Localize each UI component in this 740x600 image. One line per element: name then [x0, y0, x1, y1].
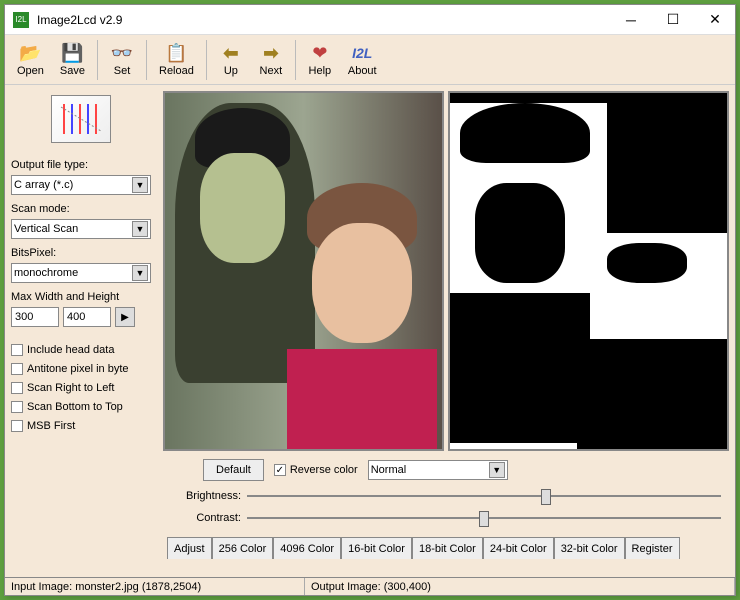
toolbar: 📂 Open 💾 Save 👓 Set 📋 Reload ⬅ Up ➡ Next…	[5, 35, 735, 85]
contrast-label: Contrast:	[171, 512, 241, 524]
output-type-label: Output file type:	[11, 159, 151, 171]
output-image-status: Output Image: (300,400)	[305, 578, 735, 595]
tab-24bit-color[interactable]: 24-bit Color	[483, 537, 554, 559]
tab-adjust[interactable]: Adjust	[167, 537, 212, 559]
main-panel: Default ✓ Reverse color Normal ▼ Brightn…	[157, 85, 735, 577]
checkbox-icon: ✓	[274, 464, 286, 476]
reload-button[interactable]: 📋 Reload	[151, 38, 202, 82]
checkbox-icon	[11, 420, 23, 432]
slider-thumb[interactable]	[541, 489, 551, 505]
about-button[interactable]: I2L About	[340, 38, 385, 82]
output-preview	[448, 91, 729, 451]
separator	[97, 40, 98, 80]
scan-rtl-checkbox[interactable]: Scan Right to Left	[11, 382, 151, 394]
dropdown-icon: ▼	[132, 177, 148, 193]
separator	[295, 40, 296, 80]
next-button[interactable]: ➡ Next	[251, 38, 291, 82]
tab-register[interactable]: Register	[625, 537, 680, 559]
bitspixel-select[interactable]: monochrome ▼	[11, 263, 151, 283]
controls-row: Default ✓ Reverse color Normal ▼	[163, 451, 729, 485]
tab-16bit-color[interactable]: 16-bit Color	[341, 537, 412, 559]
maximize-button[interactable]: ☐	[661, 8, 685, 32]
scan-mode-label: Scan mode:	[11, 203, 151, 215]
app-window: I2L Image2Lcd v2.9 ─ ☐ ✕ 📂 Open 💾 Save 👓…	[4, 4, 736, 596]
about-icon: I2L	[352, 42, 372, 64]
minimize-button[interactable]: ─	[619, 8, 643, 32]
include-head-checkbox[interactable]: Include head data	[11, 344, 151, 356]
open-button[interactable]: 📂 Open	[9, 38, 52, 82]
tabs-row: Adjust 256 Color 4096 Color 16-bit Color…	[163, 537, 729, 559]
titlebar: I2L Image2Lcd v2.9 ─ ☐ ✕	[5, 5, 735, 35]
statusbar: Input Image: monster2.jpg (1878,2504) Ou…	[5, 577, 735, 595]
app-icon: I2L	[13, 12, 29, 28]
slider-thumb[interactable]	[479, 511, 489, 527]
contrast-row: Contrast:	[163, 507, 729, 529]
checkbox-icon	[11, 363, 23, 375]
close-button[interactable]: ✕	[703, 8, 727, 32]
output-type-select[interactable]: C array (*.c) ▼	[11, 175, 151, 195]
save-icon: 💾	[61, 42, 83, 64]
tab-256-color[interactable]: 256 Color	[212, 537, 274, 559]
msb-first-checkbox[interactable]: MSB First	[11, 420, 151, 432]
brightness-label: Brightness:	[171, 490, 241, 502]
default-button[interactable]: Default	[203, 459, 264, 481]
output-mode-select[interactable]: Normal ▼	[368, 460, 508, 480]
checkbox-icon	[11, 401, 23, 413]
maxwh-label: Max Width and Height	[11, 291, 151, 303]
content-area: Output file type: C array (*.c) ▼ Scan m…	[5, 85, 735, 577]
reload-icon: 📋	[165, 42, 187, 64]
tab-18bit-color[interactable]: 18-bit Color	[412, 537, 483, 559]
help-button[interactable]: ❤ Help	[300, 38, 340, 82]
separator	[206, 40, 207, 80]
antitone-checkbox[interactable]: Antitone pixel in byte	[11, 363, 151, 375]
up-button[interactable]: ⬅ Up	[211, 38, 251, 82]
brightness-row: Brightness:	[163, 485, 729, 507]
sidebar: Output file type: C array (*.c) ▼ Scan m…	[5, 85, 157, 577]
arrow-left-icon: ⬅	[223, 42, 238, 64]
preview-row	[163, 91, 729, 451]
input-preview	[163, 91, 444, 451]
dropdown-icon: ▼	[132, 265, 148, 281]
arrow-right-icon: ➡	[263, 42, 278, 64]
window-title: Image2Lcd v2.9	[37, 13, 619, 27]
checkbox-icon	[11, 344, 23, 356]
set-icon: 👓	[111, 42, 133, 64]
input-image-status: Input Image: monster2.jpg (1878,2504)	[5, 578, 305, 595]
scan-mode-select[interactable]: Vertical Scan ▼	[11, 219, 151, 239]
brightness-slider[interactable]	[247, 487, 721, 505]
help-icon: ❤	[312, 42, 327, 64]
dropdown-icon: ▼	[132, 221, 148, 237]
max-height-input[interactable]	[63, 307, 111, 327]
tab-32bit-color[interactable]: 32-bit Color	[554, 537, 625, 559]
dropdown-icon: ▼	[489, 462, 505, 478]
tab-4096-color[interactable]: 4096 Color	[273, 537, 341, 559]
scan-btt-checkbox[interactable]: Scan Bottom to Top	[11, 401, 151, 413]
open-icon: 📂	[19, 42, 41, 64]
save-button[interactable]: 💾 Save	[52, 38, 93, 82]
checkbox-icon	[11, 382, 23, 394]
separator	[146, 40, 147, 80]
apply-size-button[interactable]: ▶	[115, 307, 135, 327]
scan-pattern-icon[interactable]	[51, 95, 111, 143]
reverse-color-checkbox[interactable]: ✓ Reverse color	[274, 464, 358, 476]
max-width-input[interactable]	[11, 307, 59, 327]
bitspixel-label: BitsPixel:	[11, 247, 151, 259]
contrast-slider[interactable]	[247, 509, 721, 527]
set-button[interactable]: 👓 Set	[102, 38, 142, 82]
